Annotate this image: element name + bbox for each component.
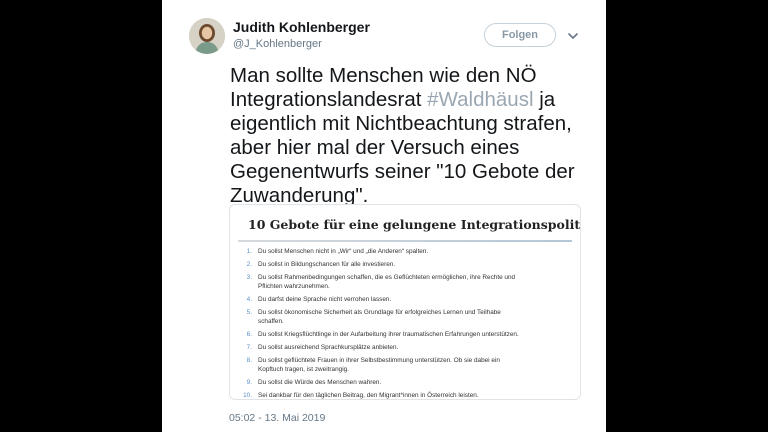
rule-text-line: Pflichten wahrzunehmen. [258,283,330,290]
rule-item: 4. Du darfst deine Sprache nicht verrohen… [238,295,572,304]
rule-item: 9. Du sollst die Würde des Menschen wahre… [238,378,572,387]
hashtag-link[interactable]: #Waldhäusl [427,88,533,111]
rule-text-line: Du sollst ausreichend Sprachkursplätze a… [258,344,399,351]
rule-text: Du sollst geflüchtete Frauen in ihrer Se… [258,356,572,374]
rule-text-line: Du sollst geflüchtete Frauen in ihrer Se… [258,357,500,364]
rule-item: 2. Du sollst in Bildungschancen für alle … [238,260,572,269]
rule-item: 7. Du sollst ausreichend Sprachkursplätze… [238,343,572,352]
tweet-text: Man sollte Menschen wie den NÖ Integrati… [230,64,600,208]
rule-number: 2. [246,261,252,268]
rule-item: 8. Du sollst geflüchtete Frauen in ihrer … [238,356,572,374]
title-divider [238,240,572,242]
rule-text-line: Du sollst Rahmenbedingungen schaffen, di… [258,274,516,281]
author-handle[interactable]: @J_Kohlenberger [233,38,322,50]
follow-button[interactable]: Folgen [484,23,556,47]
image-title: 10 Gebote für eine gelungene Integration… [248,217,581,232]
rule-text: Du sollst Rahmenbedingungen schaffen, di… [258,273,572,291]
rule-text-line: Kopftuch tragen, ist zweitrangig. [258,366,349,373]
rule-text-line: Sei dankbar für den täglichen Beitrag, d… [258,392,479,399]
avatar-photo [189,18,225,54]
rule-text: Du sollst die Würde des Menschen wahren. [258,378,572,387]
rule-number: 8. [246,357,252,364]
tweet-line: Integrationslandesrat #Waldhäusl ja [230,88,556,111]
tweet-line: eigentlich mit Nichtbeachtung strafen, [230,112,572,135]
timestamp[interactable]: 05:02 - 13. Mai 2019 [229,412,325,424]
rule-item: 5. Du sollst ökonomische Sicherheit als G… [238,308,572,326]
rule-text: Du sollst in Bildungschancen für alle in… [258,260,572,269]
tweet-card: Judith Kohlenberger @J_Kohlenberger Folg… [162,0,606,432]
rule-text-line: Du sollst Menschen nicht in „Wir“ und „d… [258,248,429,255]
chevron-down-icon[interactable] [566,30,580,42]
rule-text: Sei dankbar für den täglichen Beitrag, d… [258,391,572,399]
rule-item: 10. Sei dankbar für den täglichen Beitrag… [238,391,572,399]
author-name[interactable]: Judith Kohlenberger [233,19,370,35]
rule-text: Du sollst ökonomische Sicherheit als Gru… [258,308,572,326]
rule-text-line: Du sollst in Bildungschancen für alle in… [258,261,396,268]
tweet-line: Gegenentwurfs seiner "10 Gebote der [230,160,575,183]
rule-text: Du sollst ausreichend Sprachkursplätze a… [258,343,572,352]
rule-number: 5. [246,309,252,316]
rule-text-line: Du sollst die Würde des Menschen wahren. [258,379,382,386]
rule-number: 1. [246,248,252,255]
rule-number: 6. [246,331,252,338]
rule-item: 6. Du sollst Kriegsflüchtlinge in der Auf… [238,330,572,339]
rule-text: Du sollst Menschen nicht in „Wir“ und „d… [258,247,572,256]
rule-number: 3. [246,274,252,281]
rule-number: 4. [246,296,252,303]
rule-number: 10. [243,392,252,399]
rule-text-line: Du sollst Kriegsflüchtlinge in der Aufar… [258,331,519,338]
tweet-line: Man sollte Menschen wie den NÖ [230,64,537,87]
attached-image[interactable]: 10 Gebote für eine gelungene Integration… [229,204,581,400]
rule-item: 1. Du sollst Menschen nicht in „Wir“ und … [238,247,572,256]
rule-text-line: Du sollst ökonomische Sicherheit als Gru… [258,309,501,316]
rule-text-line: schaffen. [258,318,284,325]
rule-text-line: Du darfst deine Sprache nicht verrohen l… [258,296,392,303]
rule-item: 3. Du sollst Rahmenbedingungen schaffen, … [238,273,572,291]
rule-number: 9. [246,379,252,386]
rule-number: 7. [246,344,252,351]
tweet-line: aber hier mal der Versuch eines [230,136,520,159]
avatar[interactable] [189,18,225,54]
rule-list: 1. Du sollst Menschen nicht in „Wir“ und … [238,247,572,399]
rule-text: Du sollst Kriegsflüchtlinge in der Aufar… [258,330,572,339]
rule-text: Du darfst deine Sprache nicht verrohen l… [258,295,572,304]
